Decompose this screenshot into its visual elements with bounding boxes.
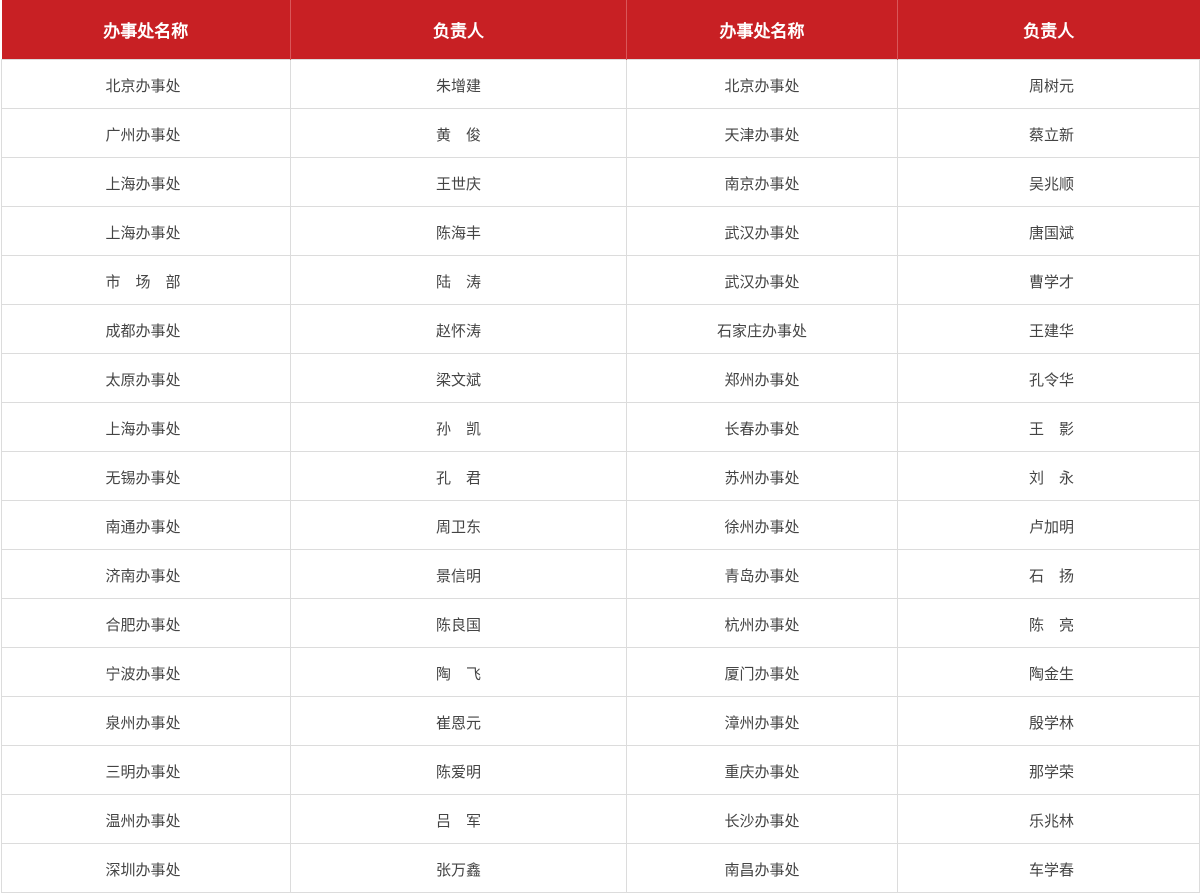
office-name-cell: 北京办事处 (1, 58, 291, 109)
manager-cell: 陈良国 (290, 597, 627, 648)
manager-cell: 景信明 (290, 548, 627, 599)
office-name-cell: 重庆办事处 (626, 744, 898, 795)
manager-cell: 崔恩元 (290, 695, 627, 746)
office-name-cell: 无锡办事处 (1, 450, 291, 501)
table-row: 上海办事处 王世庆 南京办事处 吴兆顺 (1, 156, 1200, 207)
manager-cell: 陆 涛 (290, 254, 627, 305)
office-contact-table: 办事处名称 负责人 办事处名称 负责人 北京办事处 朱增建 北京办事处 周树元 广州办事… (1, 0, 1200, 893)
manager-cell: 乐兆林 (897, 793, 1200, 844)
manager-cell: 陶金生 (897, 646, 1200, 697)
manager-cell: 赵怀涛 (290, 303, 627, 354)
office-name-cell: 成都办事处 (1, 303, 291, 354)
manager-cell: 陈爱明 (290, 744, 627, 795)
table-row: 上海办事处孙 凯长春办事处王 影 (1, 401, 1200, 452)
manager-cell: 王 影 (897, 401, 1200, 452)
office-name-cell: 杭州办事处 (626, 597, 898, 648)
manager-cell: 陈 亮 (897, 597, 1200, 648)
header-office-name-2: 办事处名称 (626, 0, 898, 59)
table-body: 北京办事处 朱增建 北京办事处 周树元 广州办事处黄 俊天津办事处 蔡立新 上海办事处 王世庆… (1, 58, 1200, 893)
manager-cell: 刘 永 (897, 450, 1200, 501)
table-row: 广州办事处黄 俊天津办事处 蔡立新 (1, 107, 1200, 158)
table-row: 太原办事处 梁文斌 郑州办事处 孔令华 (1, 352, 1200, 403)
manager-cell: 石 扬 (897, 548, 1200, 599)
office-name-cell: 天津办事处 (626, 107, 898, 158)
office-name-cell: 合肥办事处 (1, 597, 291, 648)
office-name-cell: 温州办事处 (1, 793, 291, 844)
table-row: 成都办事处 赵怀涛 石家庄办事处 王建华 (1, 303, 1200, 354)
office-name-cell: 深圳办事处 (1, 842, 291, 893)
office-name-cell: 市 场 部 (1, 254, 291, 305)
office-name-cell: 青岛办事处 (626, 548, 898, 599)
manager-cell: 张万鑫 (290, 842, 627, 893)
table-row: 合肥办事处 陈良国 杭州办事处陈 亮 (1, 597, 1200, 648)
manager-cell: 陶 飞 (290, 646, 627, 697)
table-row: 上海办事处 陈海丰 武汉办事处 唐国斌 (1, 205, 1200, 256)
manager-cell: 蔡立新 (897, 107, 1200, 158)
manager-cell: 曹学才 (897, 254, 1200, 305)
office-name-cell: 厦门办事处 (626, 646, 898, 697)
office-name-cell: 徐州办事处 (626, 499, 898, 550)
table-row: 泉州办事处 崔恩元 漳州办事处 殷学林 (1, 695, 1200, 746)
manager-cell: 周卫东 (290, 499, 627, 550)
office-name-cell: 长沙办事处 (626, 793, 898, 844)
manager-cell: 王世庆 (290, 156, 627, 207)
office-name-cell: 漳州办事处 (626, 695, 898, 746)
office-name-cell: 长春办事处 (626, 401, 898, 452)
manager-cell: 卢加明 (897, 499, 1200, 550)
manager-cell: 孔令华 (897, 352, 1200, 403)
manager-cell: 梁文斌 (290, 352, 627, 403)
manager-cell: 黄 俊 (290, 107, 627, 158)
office-name-cell: 石家庄办事处 (626, 303, 898, 354)
office-name-cell: 上海办事处 (1, 205, 291, 256)
office-name-cell: 泉州办事处 (1, 695, 291, 746)
office-name-cell: 南通办事处 (1, 499, 291, 550)
office-name-cell: 广州办事处 (1, 107, 291, 158)
table-row: 宁波办事处陶 飞厦门办事处 陶金生 (1, 646, 1200, 697)
office-name-cell: 武汉办事处 (626, 205, 898, 256)
manager-cell: 孙 凯 (290, 401, 627, 452)
office-name-cell: 苏州办事处 (626, 450, 898, 501)
office-name-cell: 上海办事处 (1, 401, 291, 452)
manager-cell: 陈海丰 (290, 205, 627, 256)
header-row: 办事处名称 负责人 办事处名称 负责人 (1, 0, 1200, 59)
table-header: 办事处名称 负责人 办事处名称 负责人 (1, 0, 1200, 59)
manager-cell: 朱增建 (290, 58, 627, 109)
manager-cell: 唐国斌 (897, 205, 1200, 256)
office-name-cell: 太原办事处 (1, 352, 291, 403)
office-name-cell: 郑州办事处 (626, 352, 898, 403)
office-name-cell: 南昌办事处 (626, 842, 898, 893)
table-row: 北京办事处 朱增建 北京办事处 周树元 (1, 58, 1200, 109)
header-manager-1: 负责人 (290, 0, 627, 59)
table-row: 深圳办事处 张万鑫 南昌办事处 车学春 (1, 842, 1200, 893)
manager-cell: 吕 军 (290, 793, 627, 844)
table-row: 无锡办事处孔 君苏州办事处刘 永 (1, 450, 1200, 501)
manager-cell: 吴兆顺 (897, 156, 1200, 207)
manager-cell: 周树元 (897, 58, 1200, 109)
header-office-name-1: 办事处名称 (103, 21, 189, 42)
manager-cell: 孔 君 (290, 450, 627, 501)
table-row: 济南办事处 景信明 青岛办事处石 扬 (1, 548, 1200, 599)
office-name-cell: 宁波办事处 (1, 646, 291, 697)
office-name-cell: 南京办事处 (626, 156, 898, 207)
header-manager-2: 负责人 (897, 0, 1200, 59)
manager-cell: 王建华 (897, 303, 1200, 354)
office-name-cell: 武汉办事处 (626, 254, 898, 305)
manager-cell: 殷学林 (897, 695, 1200, 746)
table-row: 温州办事处吕 军长沙办事处 乐兆林 (1, 793, 1200, 844)
table-row: 三明办事处 陈爱明 重庆办事处 那学荣 (1, 744, 1200, 795)
office-name-cell: 三明办事处 (1, 744, 291, 795)
manager-cell: 那学荣 (897, 744, 1200, 795)
manager-cell: 车学春 (897, 842, 1200, 893)
office-name-cell: 上海办事处 (1, 156, 291, 207)
office-name-cell: 济南办事处 (1, 548, 291, 599)
office-name-cell: 北京办事处 (626, 58, 898, 109)
table-row: 南通办事处 周卫东 徐州办事处 卢加明 (1, 499, 1200, 550)
table-row: 市 场 部陆 涛武汉办事处 曹学才 (1, 254, 1200, 305)
